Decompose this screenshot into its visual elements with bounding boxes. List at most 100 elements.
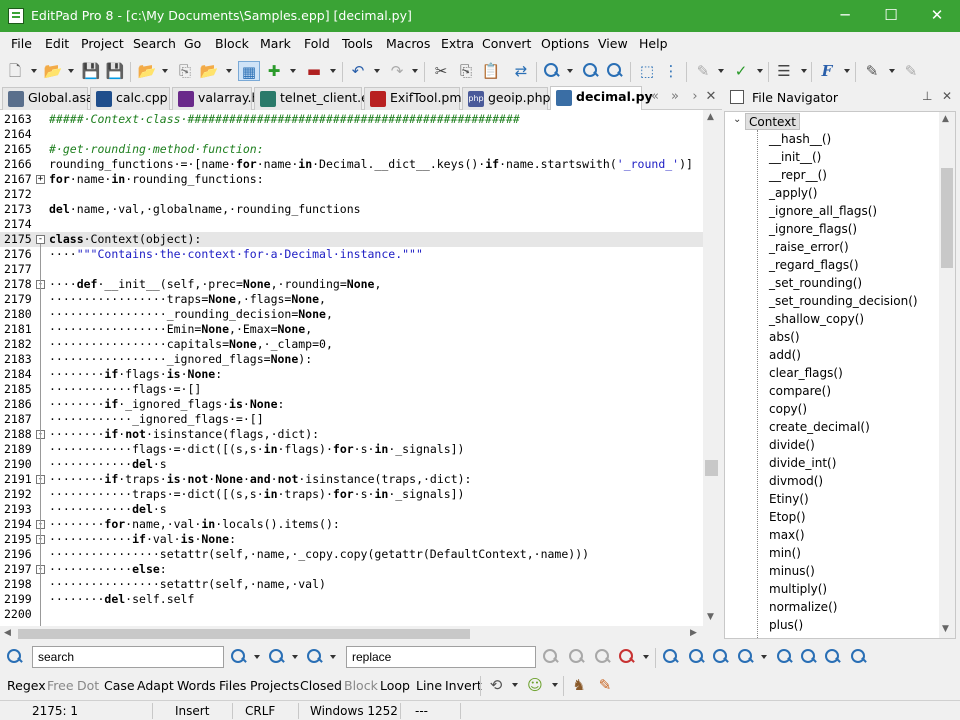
menu-extra[interactable]: Extra: [441, 36, 474, 51]
navigator-item[interactable]: _regard_flags(): [769, 256, 859, 274]
close-tab-icon[interactable]: ✕: [700, 87, 722, 107]
tab-geoip-php[interactable]: php geoip.php: [462, 87, 550, 110]
menu-tools[interactable]: Tools: [342, 36, 373, 51]
find-prev-search-icon[interactable]: [304, 647, 326, 667]
option-free[interactable]: Free: [47, 678, 74, 693]
replace-icon[interactable]: [540, 647, 562, 667]
scroll-up-arrow[interactable]: ▲: [707, 112, 714, 122]
navigator-tree[interactable]: ⌄ Context __hash__() __init__() __repr__()…: [724, 111, 956, 639]
app-icon[interactable]: [8, 8, 24, 24]
new-file-icon[interactable]: 🗋: [4, 61, 26, 81]
navigator-item[interactable]: _shallow_copy(): [769, 310, 864, 328]
option-line[interactable]: Line: [416, 678, 442, 693]
navigator-item[interactable]: multiply(): [769, 580, 827, 598]
smiley-icon[interactable]: ☺: [524, 675, 546, 695]
navigator-item[interactable]: abs(): [769, 328, 800, 346]
open-project-icon[interactable]: 📂: [136, 61, 158, 81]
navigator-item[interactable]: copy(): [769, 400, 807, 418]
navigator-item[interactable]: clear_flags(): [769, 364, 843, 382]
navigator-item[interactable]: __repr__(): [769, 166, 827, 184]
option-regex[interactable]: Regex: [7, 678, 46, 693]
folder-icon[interactable]: 📂: [198, 61, 220, 81]
tab-exiftool-pm[interactable]: ExifTool.pm: [364, 87, 462, 110]
clipboard-swap-icon[interactable]: ⇄: [510, 61, 532, 81]
navigator-item[interactable]: _raise_error(): [769, 238, 849, 256]
scroll-right-arrow[interactable]: ▶: [690, 628, 697, 638]
clear-search-icon[interactable]: [822, 647, 844, 667]
search-input[interactable]: [32, 646, 224, 668]
menu-view[interactable]: View: [598, 36, 628, 51]
count-icon[interactable]: [686, 647, 708, 667]
search-toggle-icon[interactable]: [4, 647, 26, 667]
option-projects[interactable]: Projects: [250, 678, 299, 693]
undo-icon[interactable]: ↶: [347, 61, 369, 81]
option-loop[interactable]: Loop: [380, 678, 410, 693]
option-closed[interactable]: Closed: [300, 678, 342, 693]
navigator-item[interactable]: Etiny(): [769, 490, 809, 508]
navigator-item[interactable]: compare(): [769, 382, 831, 400]
add-file-icon[interactable]: ✚: [263, 61, 285, 81]
save-icon[interactable]: 💾: [80, 61, 102, 81]
navigator-item[interactable]: plus(): [769, 616, 803, 634]
navigator-item[interactable]: _set_rounding(): [769, 274, 862, 292]
editor-horizontal-scrollbar[interactable]: ◀ ▶: [0, 626, 720, 642]
navigator-item[interactable]: divide_int(): [769, 454, 836, 472]
option-adapt[interactable]: Adapt: [137, 678, 174, 693]
horizontal-scroll-thumb[interactable]: [18, 629, 470, 639]
cut-icon[interactable]: ✂: [430, 61, 452, 81]
menu-help[interactable]: Help: [639, 36, 668, 51]
clear-settings-icon[interactable]: ✎: [900, 61, 922, 81]
remove-file-icon[interactable]: ▬: [303, 61, 325, 81]
menu-convert[interactable]: Convert: [482, 36, 531, 51]
menu-go[interactable]: Go: [184, 36, 201, 51]
navigator-root[interactable]: Context: [745, 113, 801, 130]
navigator-item[interactable]: normalize(): [769, 598, 837, 616]
search-history-icon[interactable]: ⟲: [485, 675, 507, 695]
menu-mark[interactable]: Mark: [260, 36, 291, 51]
find-first-icon[interactable]: [228, 647, 250, 667]
option-words[interactable]: Words: [177, 678, 216, 693]
scroll-tabs-right-icon[interactable]: »: [664, 87, 686, 107]
editor-vertical-scrollbar[interactable]: ▲ ▼: [703, 110, 720, 626]
count-matches-icon[interactable]: [798, 647, 820, 667]
replace-input[interactable]: [346, 646, 536, 668]
navigator-item[interactable]: divmod(): [769, 472, 823, 490]
menu-macros[interactable]: Macros: [386, 36, 430, 51]
tab-telnet-client[interactable]: telnet_client.e: [254, 87, 369, 110]
menu-search[interactable]: Search: [133, 36, 176, 51]
option-invert[interactable]: Invert: [445, 678, 482, 693]
block-select-icon[interactable]: ⬚: [636, 61, 658, 81]
close-button[interactable]: ✕: [914, 0, 960, 32]
insert-mode[interactable]: Insert: [175, 704, 209, 718]
replace-next-icon[interactable]: [566, 647, 588, 667]
highlight-icon[interactable]: [660, 647, 682, 667]
navigator-scroll-down[interactable]: ▼: [942, 624, 949, 634]
regexbuddy-icon[interactable]: ♞: [568, 675, 590, 695]
save-all-icon[interactable]: 💾: [104, 61, 126, 81]
tab-calc-cpp[interactable]: calc.cpp: [90, 87, 170, 110]
replace-all-icon[interactable]: [616, 647, 638, 667]
navigator-scrollbar[interactable]: ▲ ▼: [939, 112, 955, 638]
navigator-item[interactable]: max(): [769, 526, 805, 544]
navigator-scroll-up[interactable]: ▲: [942, 114, 949, 124]
tab-decimal-py[interactable]: decimal.py: [550, 86, 653, 111]
spelling-icon[interactable]: ✓: [730, 61, 752, 81]
pin-icon[interactable]: ⊥: [922, 89, 932, 103]
option-block[interactable]: Block: [344, 678, 378, 693]
menu-edit[interactable]: Edit: [45, 36, 69, 51]
copy-file-icon[interactable]: ⎘: [174, 61, 196, 81]
copy-icon[interactable]: ⎘: [455, 61, 477, 81]
menu-options[interactable]: Options: [541, 36, 589, 51]
collapse-icon[interactable]: ⌄: [733, 114, 741, 125]
option-dot[interactable]: Dot: [77, 678, 99, 693]
column-select-icon[interactable]: ⋮: [660, 61, 682, 81]
fold-collapse-icon[interactable]: -: [36, 235, 45, 244]
spellcheck-icon[interactable]: ✎: [692, 61, 714, 81]
code-editor[interactable]: 2163 #####·Context·class·################…: [0, 110, 720, 626]
line-break-style[interactable]: CRLF: [245, 704, 275, 718]
redo-icon[interactable]: ↷: [386, 61, 408, 81]
find-next-icon[interactable]: [580, 61, 602, 81]
search-icon[interactable]: [541, 61, 563, 81]
project-view-icon[interactable]: ▦: [238, 61, 260, 81]
scroll-left-arrow[interactable]: ◀: [4, 628, 11, 638]
